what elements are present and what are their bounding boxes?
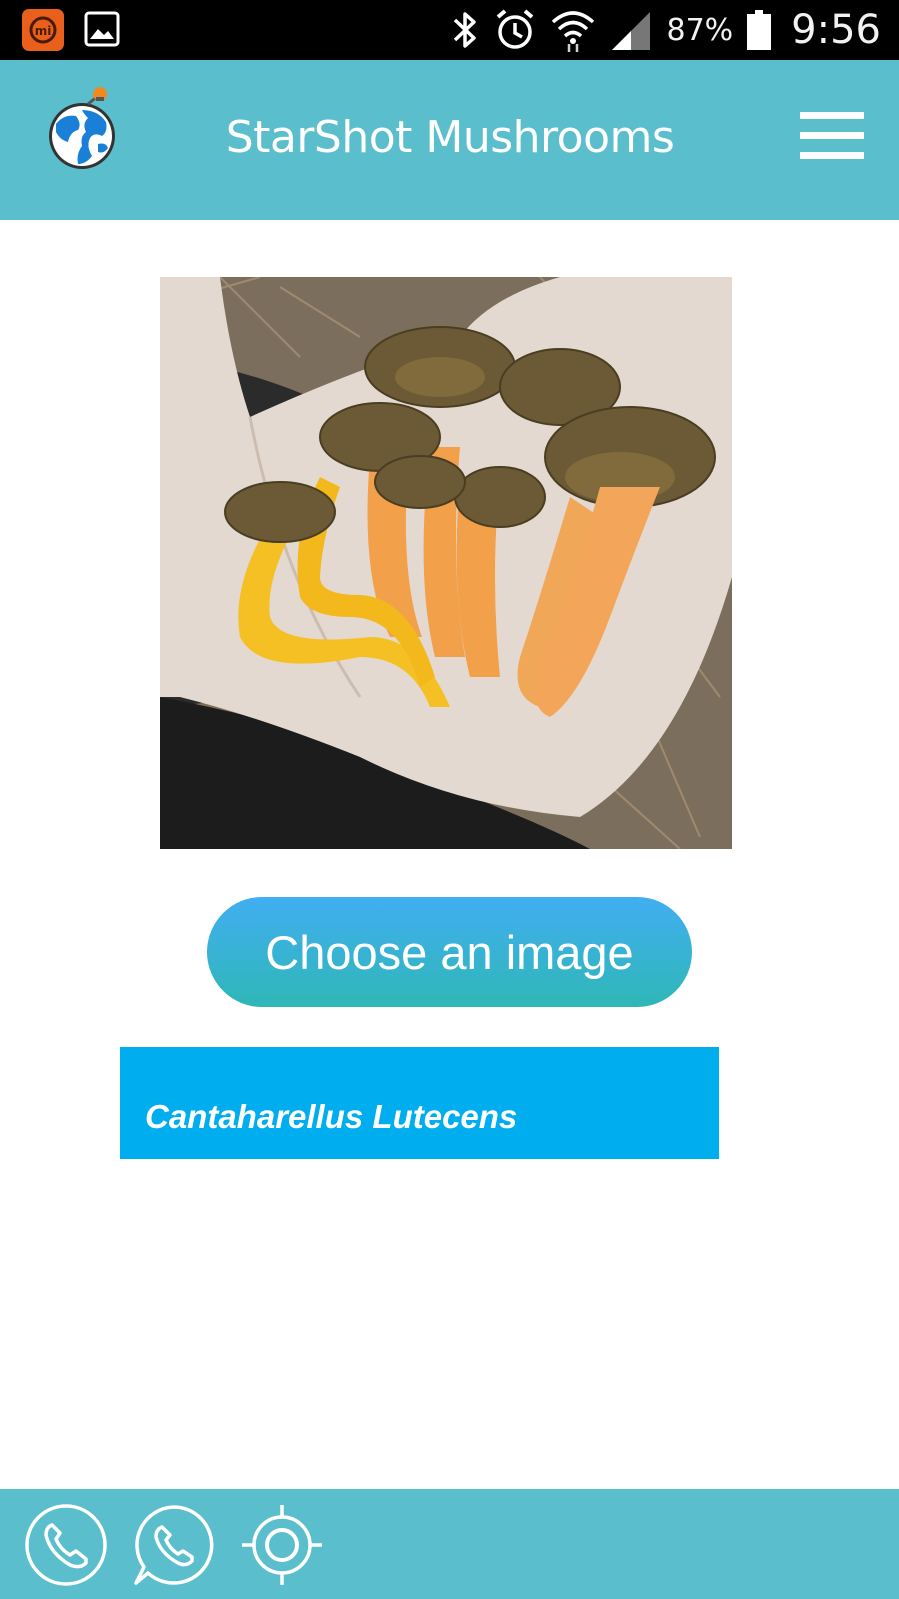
alarm-icon	[497, 9, 534, 49]
app-title: StarShot Mushrooms	[225, 112, 675, 163]
prediction-result-label: Cantaharellus Lutecens	[145, 1098, 518, 1135]
mushroom-photo	[160, 277, 732, 849]
wifi-icon	[552, 11, 595, 52]
mi-app-icon: mi	[22, 9, 64, 51]
gallery-icon	[84, 11, 120, 47]
phone-icon[interactable]	[24, 1503, 108, 1587]
bluetooth-icon	[454, 12, 477, 48]
whatsapp-icon[interactable]	[132, 1503, 216, 1587]
bottom-bar	[0, 1489, 899, 1599]
signal-icon	[612, 12, 651, 50]
clock-time: 9:56	[791, 7, 881, 53]
battery-percent: 87%	[666, 12, 734, 48]
globe-logo[interactable]	[42, 84, 122, 176]
status-bar: mi 87% 9:56	[0, 0, 899, 60]
choose-image-button[interactable]: Choose an image	[207, 897, 692, 1007]
app-header: StarShot Mushrooms	[0, 60, 899, 220]
hamburger-menu-icon[interactable]	[800, 112, 866, 164]
location-target-icon[interactable]	[240, 1503, 324, 1587]
prediction-result-box: Cantaharellus Lutecens	[120, 1047, 719, 1159]
svg-text:mi: mi	[35, 24, 52, 38]
battery-icon	[747, 10, 772, 50]
